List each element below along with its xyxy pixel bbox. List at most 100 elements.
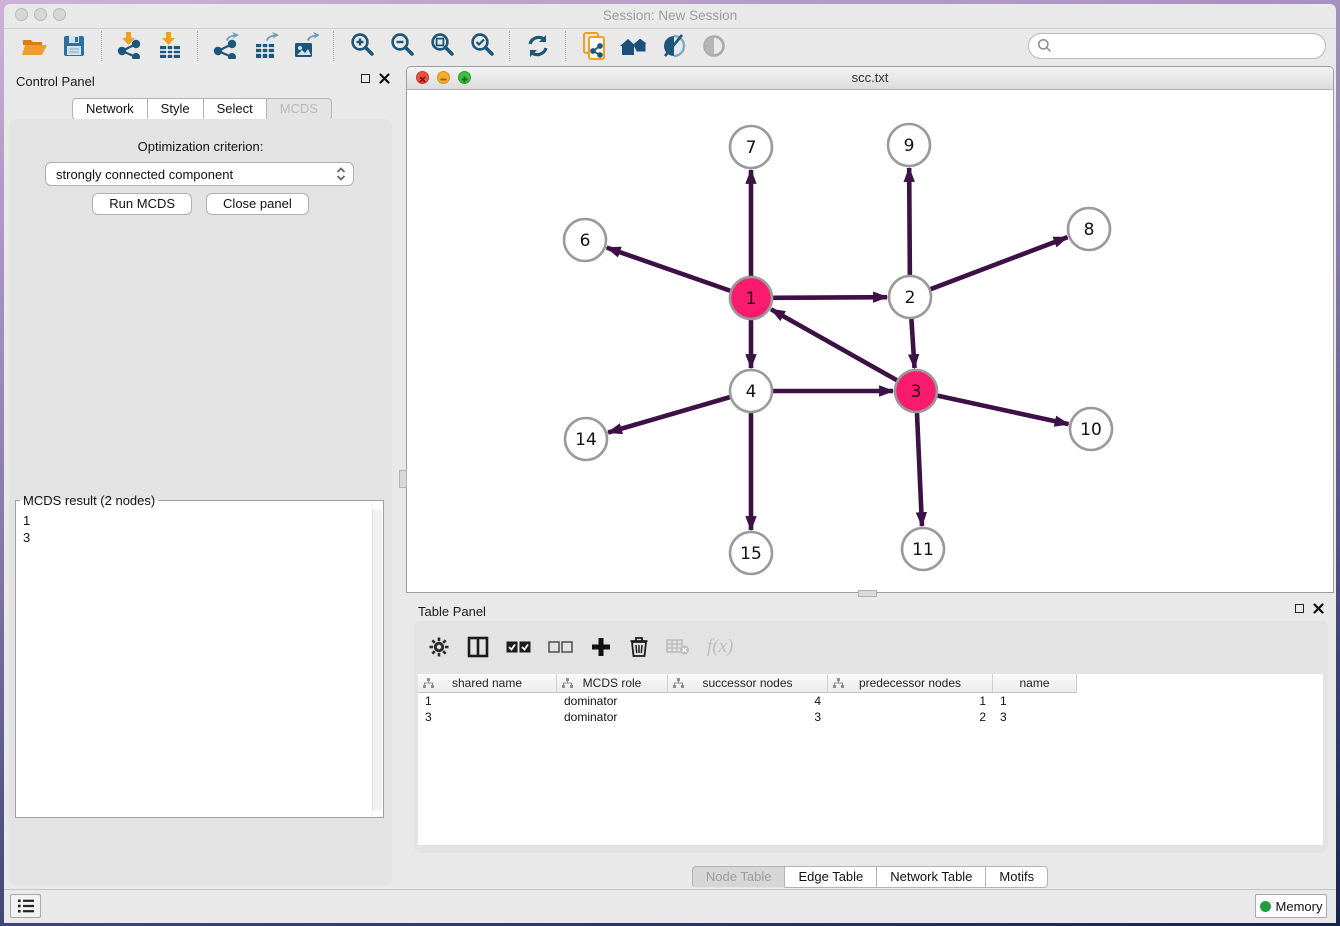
graph-edge-2-8[interactable] bbox=[931, 237, 1068, 289]
optimization-criterion-select[interactable]: strongly connected component bbox=[45, 162, 354, 186]
close-table-panel-icon[interactable] bbox=[1313, 603, 1324, 614]
toolbar-separator bbox=[333, 31, 335, 61]
graph-node-label-4: 4 bbox=[746, 382, 757, 402]
zoom-in-icon[interactable] bbox=[347, 32, 377, 60]
save-session-icon[interactable] bbox=[59, 32, 89, 60]
tab-select[interactable]: Select bbox=[204, 98, 267, 120]
run-mcds-button[interactable]: Run MCDS bbox=[92, 193, 192, 215]
dropdown-value: strongly connected component bbox=[56, 167, 233, 182]
optimization-criterion-label: Optimization criterion: bbox=[9, 139, 392, 154]
mcds-pane: Optimization criterion: strongly connect… bbox=[9, 119, 392, 886]
graph-node-label-2: 2 bbox=[905, 288, 916, 308]
attribute-type-icon bbox=[423, 678, 434, 689]
column-header-predecessor-nodes[interactable]: predecessor nodes bbox=[828, 674, 993, 693]
table-cell: dominator bbox=[557, 693, 668, 709]
unselect-all-columns-icon[interactable] bbox=[548, 641, 573, 654]
result-scrollbar[interactable] bbox=[372, 510, 382, 810]
clone-network-icon[interactable] bbox=[579, 32, 609, 60]
graph-edge-1-2[interactable] bbox=[773, 297, 887, 298]
import-table-icon[interactable] bbox=[155, 32, 185, 60]
column-header-mcds-role[interactable]: MCDS role bbox=[557, 674, 668, 693]
table-toolbar: f(x) bbox=[428, 625, 733, 669]
zoom-fit-icon[interactable] bbox=[427, 32, 457, 60]
column-header-label: MCDS role bbox=[583, 676, 642, 690]
tab-network[interactable]: Network bbox=[72, 98, 148, 120]
show-graphics-details-icon bbox=[699, 32, 729, 60]
tab-node-table[interactable]: Node Table bbox=[692, 866, 786, 888]
home-view-icon[interactable] bbox=[619, 32, 649, 60]
delete-row-icon[interactable] bbox=[629, 636, 649, 658]
column-header-shared-name[interactable]: shared name bbox=[418, 674, 557, 693]
select-all-columns-icon[interactable] bbox=[506, 641, 531, 654]
export-table-icon[interactable] bbox=[251, 32, 281, 60]
table-cell: 1 bbox=[993, 693, 1077, 709]
table-cell: 3 bbox=[668, 709, 828, 725]
mcds-result-box: MCDS result (2 nodes) 13 bbox=[15, 493, 384, 818]
graph-edge-4-14[interactable] bbox=[608, 397, 730, 432]
add-row-icon[interactable] bbox=[590, 636, 612, 658]
zoom-selected-icon[interactable] bbox=[467, 32, 497, 60]
graph-node-label-14: 14 bbox=[575, 430, 597, 450]
table-panel-title: Table Panel bbox=[418, 604, 486, 619]
mcds-result-title: MCDS result (2 nodes) bbox=[20, 493, 158, 508]
export-image-icon[interactable] bbox=[291, 32, 321, 60]
tab-motifs[interactable]: Motifs bbox=[986, 866, 1048, 888]
graph-edge-3-11[interactable] bbox=[917, 413, 922, 526]
tab-mcds[interactable]: MCDS bbox=[267, 98, 332, 120]
toolbar-separator bbox=[509, 31, 511, 61]
network-canvas[interactable]: 7968124314101511 bbox=[407, 90, 1333, 592]
search-input[interactable] bbox=[1057, 36, 1325, 56]
graph-node-label-11: 11 bbox=[912, 540, 934, 560]
graph-edge-1-6[interactable] bbox=[607, 248, 731, 291]
zoom-out-icon[interactable] bbox=[387, 32, 417, 60]
split-grip-vertical[interactable] bbox=[399, 470, 407, 488]
close-panel-button[interactable]: Close panel bbox=[206, 193, 309, 215]
graph-edge-2-9[interactable] bbox=[909, 168, 910, 275]
float-panel-icon[interactable] bbox=[361, 74, 370, 83]
delete-table-icon bbox=[666, 638, 690, 656]
tab-network-table[interactable]: Network Table bbox=[877, 866, 986, 888]
export-network-icon[interactable] bbox=[211, 32, 241, 60]
task-history-button[interactable] bbox=[10, 894, 41, 918]
mcds-result-list[interactable]: 13 bbox=[17, 510, 372, 810]
show-column-icon[interactable] bbox=[467, 636, 489, 658]
table-settings-gear-icon[interactable] bbox=[428, 636, 450, 658]
memory-button[interactable]: Memory bbox=[1255, 894, 1327, 918]
graph-node-label-8: 8 bbox=[1084, 220, 1095, 240]
table-cell: 1 bbox=[828, 693, 993, 709]
hide-graphics-details-icon[interactable] bbox=[659, 32, 689, 60]
refresh-network-icon[interactable] bbox=[523, 32, 553, 60]
memory-status-dot-icon bbox=[1260, 901, 1271, 912]
table-cell: dominator bbox=[557, 709, 668, 725]
toolbar-separator bbox=[101, 31, 103, 61]
graph-node-label-7: 7 bbox=[746, 138, 757, 158]
network-window-title: scc.txt bbox=[407, 70, 1333, 85]
graph-node-label-9: 9 bbox=[904, 136, 915, 156]
graph-edge-3-10[interactable] bbox=[937, 396, 1068, 424]
float-table-panel-icon[interactable] bbox=[1295, 604, 1304, 613]
table-cell: 3 bbox=[418, 709, 557, 725]
tab-edge-table[interactable]: Edge Table bbox=[785, 866, 877, 888]
close-panel-icon[interactable] bbox=[379, 73, 390, 84]
column-header-successor-nodes[interactable]: successor nodes bbox=[668, 674, 828, 693]
app-title: Session: New Session bbox=[4, 8, 1336, 23]
status-bar: Memory bbox=[4, 889, 1336, 923]
table-row[interactable]: 3dominator323 bbox=[418, 709, 1323, 725]
import-network-icon[interactable] bbox=[115, 32, 145, 60]
mcds-result-line: 3 bbox=[23, 529, 372, 546]
tab-style[interactable]: Style bbox=[148, 98, 204, 120]
column-header-label: successor nodes bbox=[702, 676, 792, 690]
app-window: Session: New Session bbox=[4, 4, 1336, 923]
table-panel: Table Panel bbox=[406, 595, 1334, 890]
network-window-titlebar[interactable]: scc.txt bbox=[407, 67, 1333, 90]
table-row[interactable]: 1dominator411 bbox=[418, 693, 1323, 709]
column-header-name[interactable]: name bbox=[993, 674, 1077, 693]
graph-edge-2-3[interactable] bbox=[911, 319, 914, 368]
table-cell: 1 bbox=[418, 693, 557, 709]
open-session-icon[interactable] bbox=[19, 32, 49, 60]
graph-edge-3-1[interactable] bbox=[771, 309, 897, 380]
column-header-label: shared name bbox=[452, 676, 522, 690]
graph-node-label-1: 1 bbox=[746, 289, 757, 309]
control-panel-title: Control Panel bbox=[16, 74, 95, 89]
search-box bbox=[1028, 33, 1326, 59]
